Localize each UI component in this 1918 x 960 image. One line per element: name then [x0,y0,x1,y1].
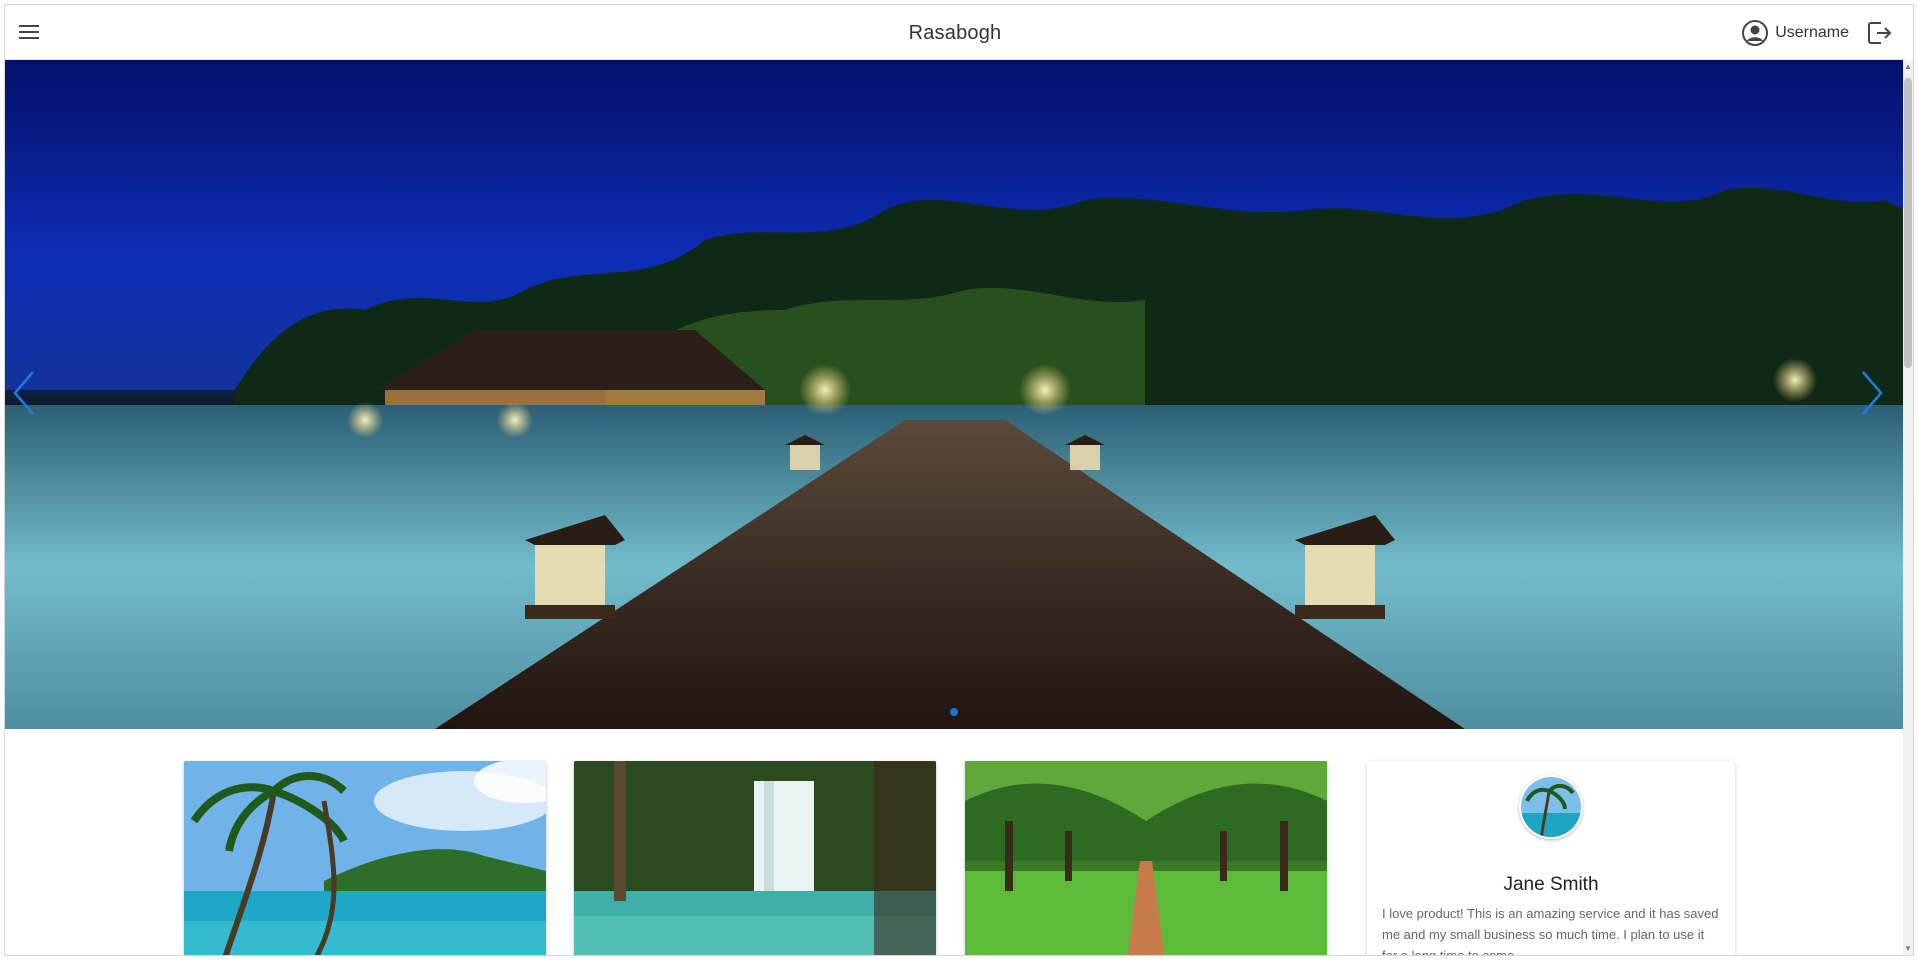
testimonial-text: I love product! This is an amazing servi… [1382,906,1719,956]
waterfall-image [574,761,936,955]
scroll-down-arrow-icon[interactable]: ▼ [1903,942,1913,955]
resort-night-image [5,60,1905,729]
account-circle-icon [1742,20,1769,46]
avatar-image [1521,777,1581,837]
logout-icon [1868,22,1892,44]
beach-palm-card[interactable] [184,761,546,955]
testimonial-name: Jane Smith [1503,874,1599,895]
app-window: Rasabogh Username Jane Smith I love prod… [4,4,1914,956]
chevron-right-icon [1862,371,1883,415]
top-app-bar: Rasabogh Username [5,5,1905,60]
beach-palm-image [184,761,546,955]
user-profile-link[interactable]: Username [1741,19,1849,47]
carousel-indicator-1[interactable] [950,708,958,716]
scrollbar-thumb[interactable] [1904,78,1912,368]
content-cards: Jane Smith I love product! This is an am… [5,729,1905,956]
tree-avenue-image [965,761,1327,955]
scroll-up-arrow-icon[interactable]: ▲ [1903,60,1913,74]
avatar [1519,775,1583,839]
testimonial-card: Jane Smith I love product! This is an am… [1367,761,1735,956]
brand-title: Rasabogh [908,22,1002,44]
vertical-scrollbar[interactable]: ▲ ▼ [1903,60,1913,955]
tree-avenue-card[interactable] [965,761,1327,955]
chevron-left-icon [13,371,34,415]
carousel-next-button[interactable] [1859,370,1899,430]
logout-button[interactable] [1865,19,1893,47]
username-label: Username [1775,24,1849,41]
carousel-prev-button[interactable] [11,370,51,430]
waterfall-card[interactable] [574,761,936,955]
user-area: Username [1741,17,1893,49]
hero-carousel [5,60,1905,729]
